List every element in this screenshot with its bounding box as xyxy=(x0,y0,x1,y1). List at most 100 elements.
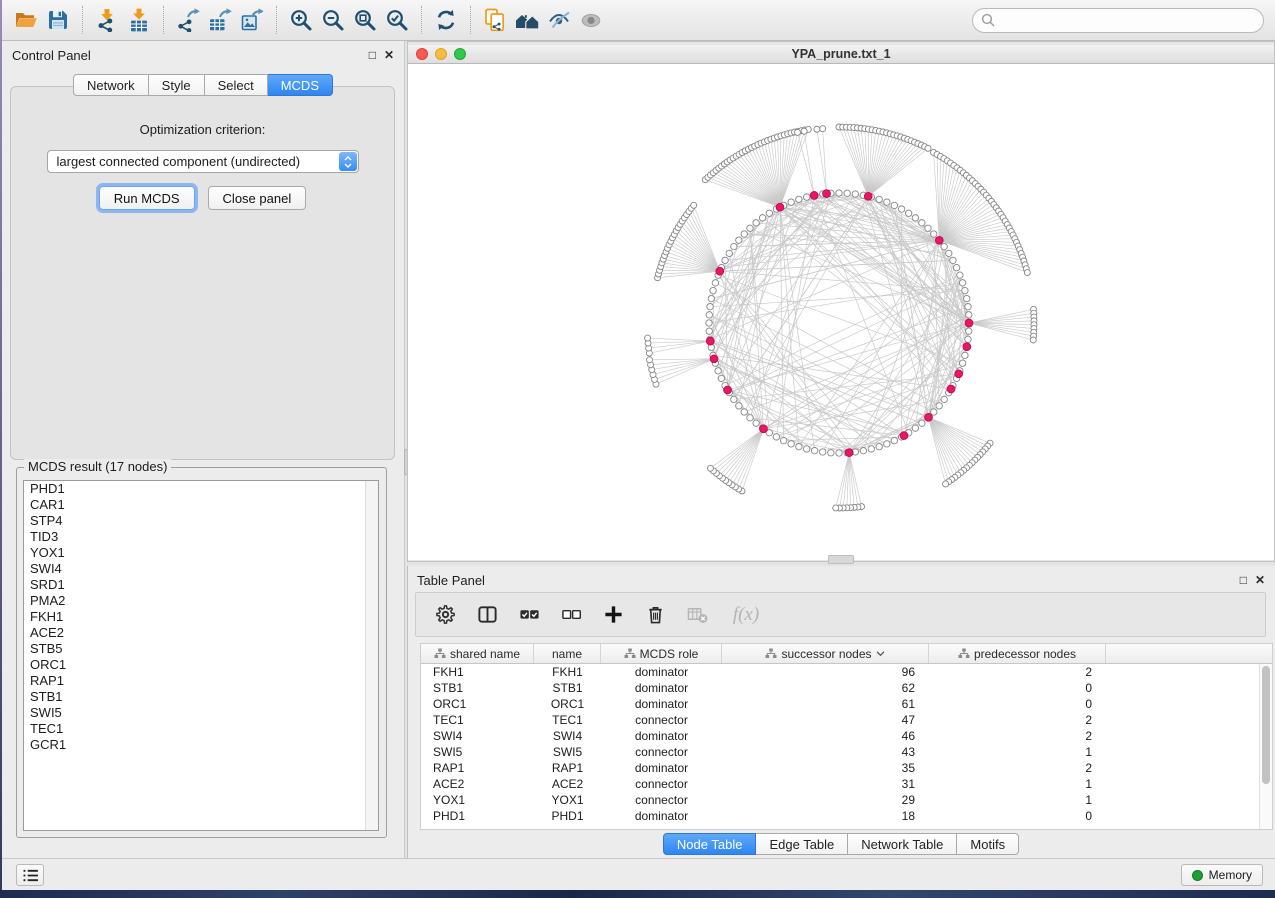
column-header-name[interactable]: name xyxy=(534,644,601,663)
import-network-button[interactable] xyxy=(91,4,123,36)
table-scrollbar-thumb[interactable] xyxy=(1262,666,1270,784)
ring-node[interactable] xyxy=(741,409,747,415)
mcds-result-item[interactable]: STB1 xyxy=(24,689,378,705)
table-row[interactable]: ACE2ACE2connector311 xyxy=(421,776,1272,792)
ring-node[interactable] xyxy=(706,328,712,334)
ring-node[interactable] xyxy=(788,441,794,447)
ring-node[interactable] xyxy=(796,443,802,449)
cell-name[interactable]: PHD1 xyxy=(534,808,601,824)
mcds-hub-node[interactable] xyxy=(810,191,818,199)
ring-node[interactable] xyxy=(773,434,779,440)
ring-node[interactable] xyxy=(707,304,713,310)
satellite-node[interactable] xyxy=(647,357,653,363)
ring-node[interactable] xyxy=(931,231,937,237)
hide-graphics-details-button[interactable] xyxy=(543,4,575,36)
satellite-node[interactable] xyxy=(1024,270,1030,276)
table-tab-network-table[interactable]: Network Table xyxy=(848,833,957,855)
cell-shared_name[interactable]: ORC1 xyxy=(421,696,534,712)
close-panel-button[interactable]: Close panel xyxy=(208,186,307,210)
ring-node[interactable] xyxy=(936,403,942,409)
mcds-list-scrollbar[interactable] xyxy=(365,481,378,830)
cell-shared_name[interactable]: SWI4 xyxy=(421,728,534,744)
ring-node[interactable] xyxy=(706,320,712,326)
ring-node[interactable] xyxy=(731,243,737,249)
ring-node[interactable] xyxy=(753,420,759,426)
mcds-result-item[interactable]: ACE2 xyxy=(24,625,378,641)
ring-node[interactable] xyxy=(912,215,918,221)
mcds-hub-node[interactable] xyxy=(963,343,971,351)
cell-successor_nodes[interactable]: 62 xyxy=(722,680,929,696)
mcds-hub-node[interactable] xyxy=(935,236,943,244)
cell-shared_name[interactable]: SWI5 xyxy=(421,744,534,760)
network-from-selection-button[interactable] xyxy=(479,4,511,36)
memory-button[interactable]: Memory xyxy=(1181,864,1263,886)
float-table-panel-icon[interactable]: □ xyxy=(1240,574,1247,586)
table-row[interactable]: TEC1TEC1connector472 xyxy=(421,712,1272,728)
export-network-button[interactable] xyxy=(172,4,204,36)
satellite-node[interactable] xyxy=(820,126,826,132)
satellite-node[interactable] xyxy=(1030,337,1036,343)
ring-node[interactable] xyxy=(741,231,747,237)
mcds-result-item[interactable]: STP4 xyxy=(24,513,378,529)
ring-node[interactable] xyxy=(706,312,712,318)
cell-shared_name[interactable]: STB1 xyxy=(421,680,534,696)
mcds-hub-node[interactable] xyxy=(776,203,784,211)
ring-node[interactable] xyxy=(965,336,971,342)
table-row[interactable]: PHD1PHD1dominator180 xyxy=(421,808,1272,824)
column-header-mcds_role[interactable]: MCDS role xyxy=(601,644,722,663)
deselect-all-button[interactable] xyxy=(558,602,584,628)
cell-successor_nodes[interactable]: 46 xyxy=(722,728,929,744)
mcds-hub-node[interactable] xyxy=(716,267,724,275)
ring-node[interactable] xyxy=(715,368,721,374)
export-image-button[interactable] xyxy=(236,4,268,36)
ring-node[interactable] xyxy=(868,446,874,452)
ring-node[interactable] xyxy=(712,280,718,286)
ring-node[interactable] xyxy=(780,437,786,443)
mcds-hub-node[interactable] xyxy=(947,385,955,393)
mcds-result-item[interactable]: CAR1 xyxy=(24,497,378,513)
network-overview-button[interactable] xyxy=(511,4,543,36)
cell-shared_name[interactable]: TEC1 xyxy=(421,712,534,728)
cell-shared_name[interactable]: FKH1 xyxy=(421,664,534,680)
mcds-hub-node[interactable] xyxy=(823,190,831,198)
mcds-result-item[interactable]: ORC1 xyxy=(24,657,378,673)
ring-node[interactable] xyxy=(946,250,952,256)
cell-mcds_role[interactable]: dominator xyxy=(601,664,722,680)
cell-mcds_role[interactable]: dominator xyxy=(601,808,722,824)
cell-mcds_role[interactable]: dominator xyxy=(601,680,722,696)
criterion-dropdown[interactable]: largest connected component (undirected) xyxy=(47,150,359,173)
table-row[interactable]: SWI4SWI4dominator462 xyxy=(421,728,1272,744)
cell-successor_nodes[interactable]: 43 xyxy=(722,744,929,760)
open-file-button[interactable] xyxy=(10,4,42,36)
ring-node[interactable] xyxy=(796,196,802,202)
mcds-result-item[interactable]: TEC1 xyxy=(24,721,378,737)
cell-successor_nodes[interactable]: 18 xyxy=(722,808,929,824)
ring-node[interactable] xyxy=(876,443,882,449)
mcds-result-item[interactable]: FKH1 xyxy=(24,609,378,625)
cell-successor_nodes[interactable]: 47 xyxy=(722,712,929,728)
ring-node[interactable] xyxy=(963,295,969,301)
satellite-node[interactable] xyxy=(691,202,697,208)
cell-name[interactable]: STB1 xyxy=(534,680,601,696)
cell-name[interactable]: ACE2 xyxy=(534,776,601,792)
ring-node[interactable] xyxy=(953,264,959,270)
mcds-hub-node[interactable] xyxy=(706,337,714,345)
cell-successor_nodes[interactable]: 61 xyxy=(722,696,929,712)
table-row[interactable]: ORC1ORC1dominator610 xyxy=(421,696,1272,712)
ring-node[interactable] xyxy=(891,437,897,443)
close-table-panel-icon[interactable]: ✕ xyxy=(1255,574,1265,586)
horizontal-splitter-handle[interactable] xyxy=(828,555,854,564)
network-canvas[interactable] xyxy=(408,64,1274,560)
ring-node[interactable] xyxy=(731,396,737,402)
cell-predecessor_nodes[interactable]: 1 xyxy=(929,776,1106,792)
ring-node[interactable] xyxy=(962,352,968,358)
ring-node[interactable] xyxy=(736,403,742,409)
ring-node[interactable] xyxy=(836,450,842,456)
cell-successor_nodes[interactable]: 31 xyxy=(722,776,929,792)
table-tab-edge-table[interactable]: Edge Table xyxy=(756,833,848,855)
ring-node[interactable] xyxy=(722,257,728,263)
save-session-button[interactable] xyxy=(42,4,74,36)
ring-node[interactable] xyxy=(747,225,753,231)
cell-name[interactable]: SWI5 xyxy=(534,744,601,760)
cell-mcds_role[interactable]: dominator xyxy=(601,760,722,776)
